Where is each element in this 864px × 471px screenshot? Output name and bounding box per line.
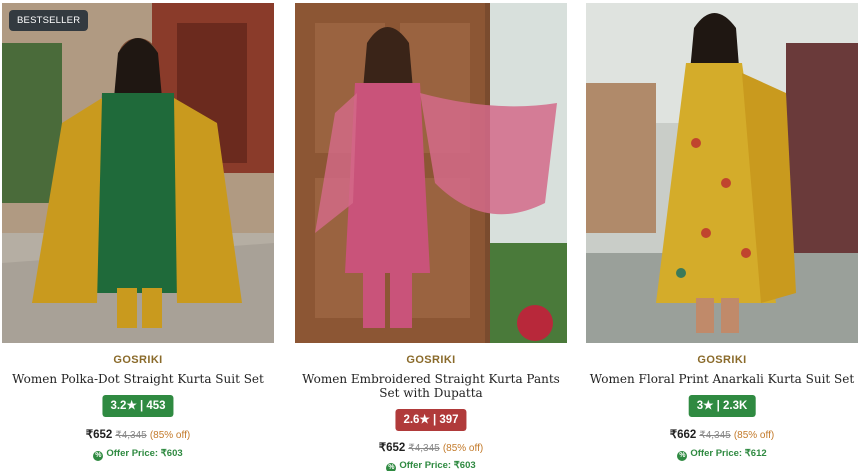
percent-icon: % bbox=[93, 451, 104, 461]
product-image[interactable] bbox=[295, 3, 567, 343]
product-image[interactable] bbox=[2, 3, 274, 343]
offer-price-text: Offer Price: ₹612 bbox=[690, 448, 767, 459]
offer-price: % Offer Price: ₹612 bbox=[584, 448, 860, 461]
rating-badge: 3.2★ | 453 bbox=[102, 395, 174, 417]
offer-price: % Offer Price: ₹603 bbox=[293, 460, 569, 471]
product-card[interactable]: GOSRIKI Women Floral Print Anarkali Kurt… bbox=[584, 0, 860, 471]
offer-price: % Offer Price: ₹603 bbox=[0, 448, 276, 461]
selling-price: ₹662 bbox=[669, 429, 697, 441]
percent-icon: % bbox=[677, 451, 688, 461]
mrp-price: ₹4,345 bbox=[699, 430, 731, 441]
product-grid: BESTSELLER GOSRIKI Women Polka-Dot Strai… bbox=[0, 0, 864, 471]
discount-label: (85% off) bbox=[149, 430, 191, 441]
selling-price: ₹652 bbox=[85, 429, 113, 441]
product-title[interactable]: Women Polka-Dot Straight Kurta Suit Set bbox=[0, 372, 276, 386]
brand-name: GOSRIKI bbox=[697, 354, 747, 366]
mrp-price: ₹4,345 bbox=[408, 443, 440, 454]
price-row: ₹662 ₹4,345 (85% off) bbox=[584, 427, 860, 441]
selling-price: ₹652 bbox=[378, 442, 406, 454]
brand-name: GOSRIKI bbox=[113, 354, 163, 366]
rating-badge: 3★ | 2.3K bbox=[688, 395, 756, 417]
product-image[interactable] bbox=[586, 3, 858, 343]
product-card[interactable]: BESTSELLER GOSRIKI Women Polka-Dot Strai… bbox=[0, 0, 276, 471]
brand-name: GOSRIKI bbox=[406, 354, 456, 366]
bestseller-badge: BESTSELLER bbox=[9, 10, 89, 31]
mrp-price: ₹4,345 bbox=[115, 430, 147, 441]
product-card[interactable]: GOSRIKI Women Embroidered Straight Kurta… bbox=[293, 0, 569, 471]
product-title[interactable]: Women Embroidered Straight Kurta Pants S… bbox=[293, 372, 569, 400]
product-title[interactable]: Women Floral Print Anarkali Kurta Suit S… bbox=[584, 372, 860, 386]
price-row: ₹652 ₹4,345 (85% off) bbox=[0, 427, 276, 441]
percent-icon: % bbox=[386, 463, 397, 471]
rating-badge: 2.6★ | 397 bbox=[395, 409, 467, 431]
discount-label: (85% off) bbox=[733, 430, 775, 441]
offer-price-text: Offer Price: ₹603 bbox=[106, 448, 183, 459]
price-row: ₹652 ₹4,345 (85% off) bbox=[293, 440, 569, 454]
offer-price-text: Offer Price: ₹603 bbox=[399, 460, 476, 471]
discount-label: (85% off) bbox=[442, 443, 484, 454]
